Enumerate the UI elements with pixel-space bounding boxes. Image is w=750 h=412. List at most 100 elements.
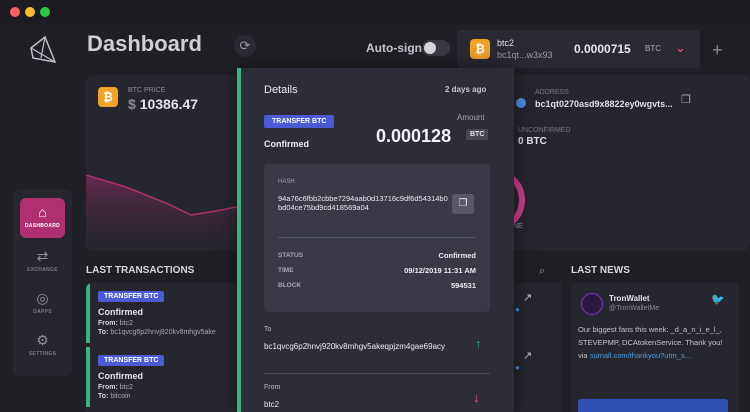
bitcoin-icon: ₿ <box>470 39 490 59</box>
tx-type-badge: TRANSFER BTC <box>98 291 165 302</box>
arrow-up-right-icon: ↗ <box>523 292 533 304</box>
exchange-icon: ⇄ <box>36 248 49 264</box>
status-value: Confirmed <box>438 251 477 260</box>
divider <box>278 237 476 238</box>
unconfirmed-value: 0 BTC <box>518 136 547 147</box>
hash-box: HASH 94a76c6fbb2cbbe7294aab0d13716c9df6d… <box>264 164 490 312</box>
transactions-side-list: ↗ ● ↗ ● <box>513 283 561 412</box>
news-body: Our biggest fans this week: _d_a_n_i_e_l… <box>578 323 728 362</box>
tx-status: Confirmed <box>98 307 143 317</box>
amount-unit: BTC <box>466 129 489 140</box>
list-item[interactable]: TRANSFER BTC Confirmed From: btc2 To: bc… <box>86 283 241 343</box>
arrow-up-icon: ↑ <box>475 336 482 351</box>
autosign-toggle[interactable] <box>422 40 450 56</box>
tx-type-badge: TRANSFER BTC <box>264 115 335 128</box>
basketball-icon: ◎ <box>36 290 49 306</box>
wallet-name: btc2 <box>497 38 515 48</box>
tx-type-badge: TRANSFER BTC <box>98 355 165 366</box>
details-status: Confirmed <box>264 139 309 149</box>
arrow-down-icon: ↓ <box>473 390 480 405</box>
address-label: ADDRESS <box>535 89 569 96</box>
news-image <box>578 399 728 412</box>
amount-label: Amount <box>457 113 485 122</box>
time-key: TIME <box>278 267 294 274</box>
address-card: ADDRESS bc1qt0270asd9x8822ey0wgvts... ❐ … <box>510 75 750 250</box>
sidebar-item-settings[interactable]: ⚙ SETTINGS <box>20 326 65 366</box>
hash-label: HASH <box>278 179 295 185</box>
close-window-button[interactable] <box>10 7 20 17</box>
app-logo-icon <box>30 35 57 63</box>
sidebar-item-dashboard[interactable]: ⌂ DASHBOARD <box>20 198 65 238</box>
list-item[interactable]: TRANSFER BTC Confirmed From: btc2 To: bi… <box>86 347 241 407</box>
refresh-button[interactable]: ⟳ <box>234 35 256 57</box>
sidebar-item-dapps[interactable]: ◎ DAPPS <box>20 284 65 324</box>
window-titlebar <box>0 0 750 24</box>
wallet-selector[interactable]: ₿ btc2 bc1qt...w3x93 0.0000715 BTC ⌄ <box>457 30 700 68</box>
home-icon: ⌂ <box>38 204 47 220</box>
price-label: BTC PRICE <box>128 87 166 94</box>
chevron-down-icon[interactable]: ⌄ <box>675 40 686 56</box>
dollar-sign: $ <box>128 96 140 112</box>
news-link[interactable]: sumall.com/thankyou?utm_s... <box>590 351 691 360</box>
status-key: STATUS <box>278 252 304 259</box>
news-author: TronWallet <box>609 294 650 303</box>
wallet-address: bc1qt...w3x93 <box>497 50 553 60</box>
tx-to: To: bitcoin <box>98 393 131 400</box>
from-value: btc2 <box>264 400 280 409</box>
transaction-details-panel: Details 2 days ago TRANSFER BTC Amount 0… <box>237 68 514 412</box>
wallet-unit: BTC <box>645 44 661 53</box>
block-value: 594531 <box>450 281 476 290</box>
unconfirmed-label: UNCONFIRMED <box>518 127 571 134</box>
last-news-title: LAST NEWS <box>571 265 630 276</box>
page-title: Dashboard <box>87 31 202 56</box>
to-value: bc1qvcg6p2hnvj920kv8mhgv5akeqpjzm4gae69a… <box>264 342 446 351</box>
maximize-window-button[interactable] <box>40 7 50 17</box>
btc-price-card: ₿ BTC PRICE $ 10386.47 <box>86 75 246 250</box>
news-handle: @TronWalletMe <box>609 305 660 312</box>
plus-icon: + <box>712 40 723 60</box>
amount-value: 0.000128 <box>376 126 452 146</box>
details-time: 2 days ago <box>445 85 487 94</box>
address-value: bc1qt0270asd9x8822ey0wgvts... <box>535 99 673 109</box>
to-label: To <box>264 326 272 333</box>
refresh-icon: ⟳ <box>239 38 251 53</box>
tx-to-value: bc1qvcg6p2hnvj920kv8mhgv5ake <box>110 329 216 336</box>
tx-to-value: bitcoin <box>110 393 131 400</box>
price-number: 10386.47 <box>139 96 199 112</box>
bitcoin-icon: ₿ <box>98 87 118 107</box>
search-icon[interactable]: ⌕ <box>539 265 545 278</box>
from-label: From <box>264 384 281 391</box>
sidebar-item-label: DAPPS <box>33 309 52 315</box>
block-key: BLOCK <box>278 282 302 289</box>
sidebar: ⌂ DASHBOARD ⇄ EXCHANGE ◎ DAPPS ⚙ SETTING… <box>13 190 72 376</box>
arrow-up-right-icon: ↗ <box>523 350 533 362</box>
minimize-window-button[interactable] <box>25 7 35 17</box>
news-card[interactable]: TronWallet @TronWalletMe 🐦 Our biggest f… <box>571 283 739 412</box>
gear-icon: ⚙ <box>36 332 49 348</box>
price-value: $ 10386.47 <box>128 96 198 112</box>
tx-from: From: btc2 <box>98 320 134 327</box>
copy-address-icon[interactable]: ❐ <box>681 93 691 106</box>
tx-status: Confirmed <box>98 371 143 381</box>
add-wallet-button[interactable]: + <box>712 40 723 61</box>
wallet-balance: 0.0000715 <box>574 42 631 56</box>
ring-label: NE <box>513 223 523 230</box>
transactions-list: TRANSFER BTC Confirmed From: btc2 To: bc… <box>86 283 241 412</box>
sidebar-item-exchange[interactable]: ⇄ EXCHANGE <box>20 242 65 282</box>
time-value: 09/12/2019 11:31 AM <box>404 266 476 275</box>
details-title: Details <box>264 84 298 96</box>
divider <box>264 373 490 374</box>
twitter-icon: 🐦 <box>711 294 725 306</box>
hash-value: 94a76c6fbb2cbbe7294aab0d13716c9df6d54314… <box>278 194 448 212</box>
tx-to: To: bc1qvcg6p2hnvj920kv8mhgv5ake <box>98 329 216 336</box>
verified-icon: ● <box>515 363 520 372</box>
verified-icon: ● <box>515 305 520 314</box>
sidebar-item-label: DASHBOARD <box>24 223 61 229</box>
price-sparkline <box>86 175 246 250</box>
copy-hash-button[interactable]: ❐ <box>452 194 474 214</box>
tx-from-value: btc2 <box>119 320 134 327</box>
copy-icon: ❐ <box>458 198 468 209</box>
last-transactions-title: LAST TRANSACTIONS <box>86 265 195 276</box>
verified-icon <box>516 98 526 108</box>
avatar <box>581 293 603 315</box>
